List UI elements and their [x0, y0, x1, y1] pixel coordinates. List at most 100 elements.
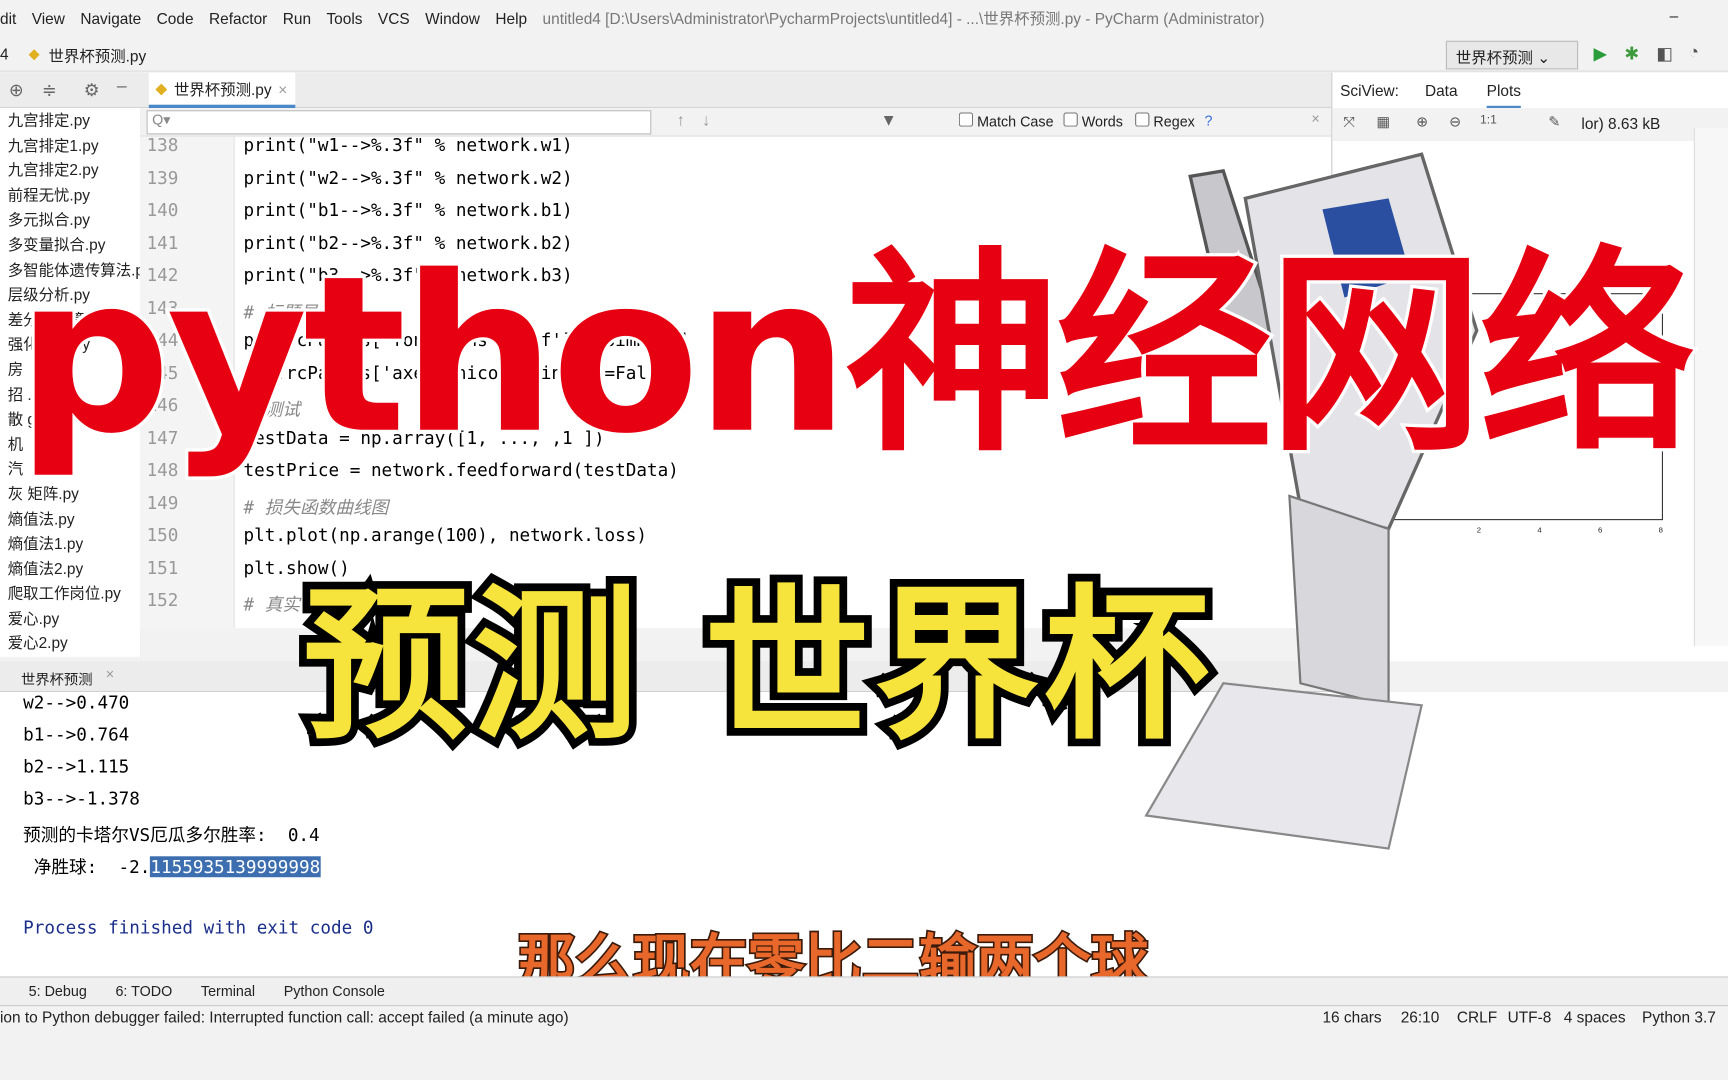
line-number: 138 [146, 134, 179, 156]
run-icon[interactable]: ▶ [1594, 43, 1608, 65]
menu-code[interactable]: Code [157, 9, 194, 27]
regex-checkbox[interactable]: Regex [1135, 112, 1195, 130]
code-line: print("w1-->%.3f" % network.w1) [243, 134, 573, 156]
tab-todo[interactable]: 6: TODO [115, 983, 172, 1000]
tree-item[interactable]: 九宫排定2.py [0, 158, 140, 183]
chevron-down-icon: ⌄ [1537, 48, 1551, 67]
editor-tab-label: 世界杯预测.py [173, 79, 272, 98]
coverage-icon[interactable]: ◧ [1656, 43, 1673, 65]
breadcrumb-project[interactable]: 4 [0, 45, 9, 63]
tree-item[interactable]: 爱心.py [0, 606, 140, 631]
zoom-in-icon[interactable]: ⊕ [1416, 114, 1428, 132]
console-line: b1-->0.764 [23, 724, 130, 745]
console-line: b2-->1.115 [23, 755, 130, 777]
breadcrumb-file[interactable]: 世界杯预测.py [48, 45, 146, 67]
status-encoding[interactable]: UTF-8 [1508, 1008, 1552, 1026]
pycharm-window: dit View Navigate Code Refactor Run Tool… [0, 0, 1728, 1080]
match-case-checkbox[interactable]: Match Case [958, 112, 1054, 131]
filter-icon[interactable]: ▼ [881, 111, 897, 130]
hide-icon[interactable]: – [117, 77, 127, 97]
plot-thumbnails[interactable] [1693, 127, 1728, 646]
menu-navigate[interactable]: Navigate [80, 9, 141, 27]
fit-icon[interactable]: ⤧ [1343, 114, 1354, 132]
run-config-select[interactable]: 世界杯预测 ⌄ [1445, 40, 1579, 70]
run-config-label: 世界杯预测 [1455, 48, 1533, 67]
match-case-label: Match Case [977, 113, 1054, 131]
menu-run[interactable]: Run [283, 9, 311, 27]
menu-help[interactable]: Help [495, 9, 527, 27]
tab-debug[interactable]: 5: Debug [29, 983, 87, 1000]
menu-window[interactable]: Window [425, 9, 480, 27]
overlay-title: python神经网络 [13, 230, 1699, 482]
code-line: # 损失函数曲线图 [243, 496, 389, 518]
tree-item[interactable]: 前程无忧.py [0, 183, 140, 208]
gear-icon[interactable]: ⚙ [84, 79, 100, 101]
help-link[interactable]: ? [1205, 112, 1213, 129]
words-checkbox[interactable]: Words [1063, 112, 1123, 131]
close-icon[interactable]: × [106, 666, 114, 683]
close-search-icon[interactable]: × [1311, 110, 1319, 127]
tree-item[interactable]: 爬取工作岗位.py [0, 581, 140, 606]
search-icon: Q▾ [152, 111, 171, 128]
menu-tools[interactable]: Tools [326, 9, 362, 27]
status-bar: ion to Python debugger failed: Interrupt… [0, 1005, 1728, 1028]
status-line-ending[interactable]: CRLF [1457, 1008, 1497, 1026]
menu-refactor[interactable]: Refactor [209, 9, 267, 27]
code-line: print("w2-->%.3f" % network.w2) [243, 166, 573, 188]
arrow-down-icon[interactable]: ↓ [702, 111, 710, 130]
console-line: w2-->0.470 [23, 692, 130, 714]
tree-item[interactable]: 爱心2.py [0, 631, 140, 656]
sciview-label: SciView: [1340, 81, 1399, 100]
status-message[interactable]: ion to Python debugger failed: Interrupt… [0, 1008, 569, 1026]
line-number: 151 [146, 557, 179, 579]
status-indent[interactable]: 4 spaces [1564, 1008, 1626, 1026]
editor-tab[interactable]: ◆ 世界杯预测.py × [148, 72, 296, 108]
status-interpreter[interactable]: Python 3.7 [1642, 1008, 1716, 1026]
status-chars: 16 chars [1322, 1008, 1382, 1026]
tree-item[interactable]: 九宫排定.py [0, 108, 140, 133]
code-line: plt.plot(np.arange(100), network.loss) [243, 524, 647, 546]
image-info: lor) 8.63 kB [1581, 114, 1661, 133]
tab-plots[interactable]: Plots [1486, 82, 1521, 110]
menu-view[interactable]: View [32, 9, 65, 27]
code-line: # 真实 [243, 593, 301, 615]
process-exit-line: Process finished with exit code 0 [23, 916, 374, 938]
python-file-icon: ◆ [28, 45, 40, 62]
menu-vcs[interactable]: VCS [378, 9, 410, 27]
minimize-button[interactable]: – [1670, 7, 1679, 25]
tab-data[interactable]: Data [1425, 82, 1458, 100]
net-goal-label: 净胜球: -2. [23, 856, 151, 878]
line-number: 150 [146, 524, 179, 546]
selected-text[interactable]: 1155935139999998 [150, 856, 321, 878]
overlay-headline: 预测 世界杯 [295, 570, 1217, 763]
words-label: Words [1081, 113, 1123, 131]
actual-size-icon[interactable]: 1:1 [1480, 114, 1497, 127]
grid-icon[interactable]: ▦ [1376, 114, 1390, 132]
debug-icon[interactable]: ✱ [1624, 43, 1639, 65]
tree-item[interactable]: 熵值法2.py [0, 556, 140, 581]
zoom-out-icon[interactable]: ⊖ [1449, 114, 1461, 132]
tree-item[interactable]: 多元拟合.py [0, 208, 140, 233]
menu-edit[interactable]: dit [0, 9, 16, 27]
tab-terminal[interactable]: Terminal [201, 983, 255, 1000]
line-number: 149 [146, 492, 179, 513]
color-picker-icon[interactable]: ✎ [1548, 114, 1560, 132]
line-number: 140 [146, 199, 179, 221]
run-tab[interactable]: 世界杯预测 [21, 668, 93, 689]
search-input[interactable]: Q▾ [146, 110, 652, 135]
tree-item[interactable]: 熵值法.py [0, 506, 140, 531]
tree-item[interactable]: 熵值法1.py [0, 531, 140, 556]
close-icon[interactable]: × [278, 80, 287, 98]
tree-item[interactable]: 灰 矩阵.py [0, 481, 140, 506]
python-file-icon: ◆ [155, 79, 168, 97]
tab-python-console[interactable]: Python Console [284, 983, 385, 1000]
collapse-icon[interactable]: ≑ [42, 79, 57, 101]
status-position[interactable]: 26:10 [1401, 1008, 1440, 1026]
arrow-up-icon[interactable]: ↑ [677, 111, 685, 130]
locate-icon[interactable]: ⊕ [9, 79, 24, 101]
tree-item[interactable]: 九宫排定1.py [0, 133, 140, 158]
window-title: untitled4 [D:\Users\Administrator\Pychar… [542, 9, 1265, 27]
regex-label: Regex [1153, 113, 1195, 131]
console-line-net-goal: 净胜球: -2.1155935139999998 [23, 852, 321, 878]
profile-icon[interactable]: ◔ [1688, 43, 1699, 63]
